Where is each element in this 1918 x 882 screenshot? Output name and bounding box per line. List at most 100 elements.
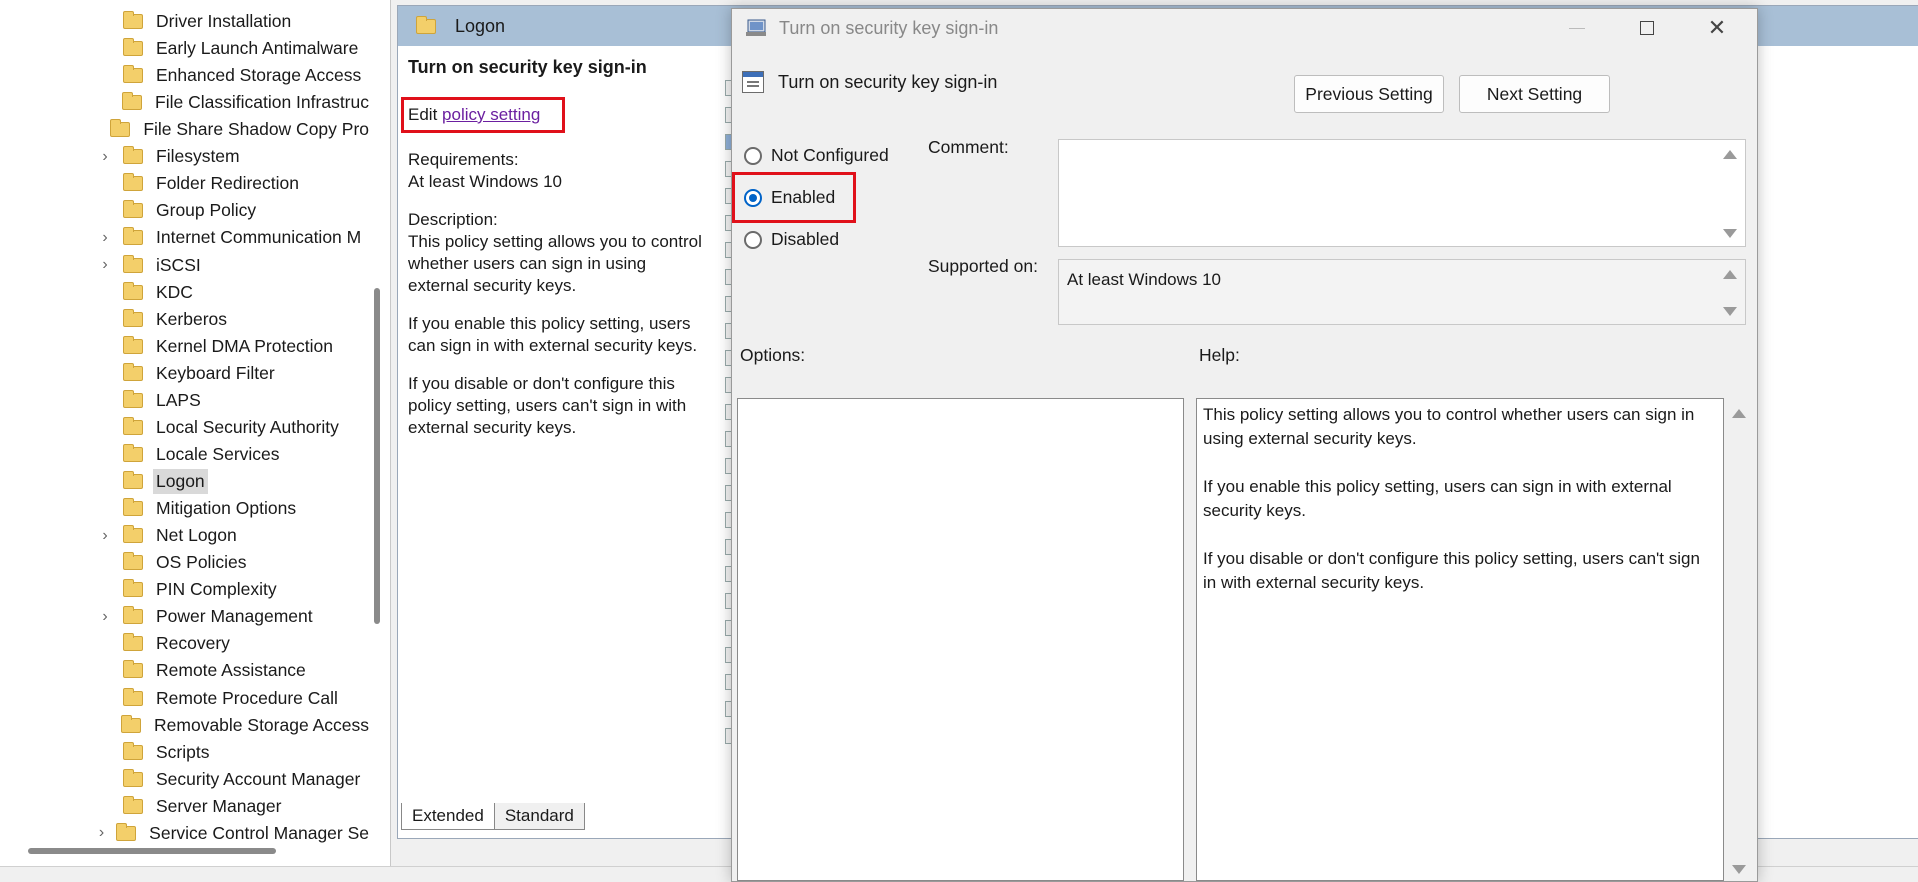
tree-item[interactable]: Locale Services: [0, 441, 372, 468]
tree-item[interactable]: Early Launch Antimalware: [0, 35, 372, 62]
tree-item-label: Kerberos: [156, 308, 228, 329]
tree-item-label: Security Account Manager: [156, 768, 361, 789]
comment-textarea[interactable]: [1058, 139, 1746, 247]
help-scroll-up-icon[interactable]: [1732, 409, 1746, 418]
navigation-tree: Driver Installation Early Launch Antimalw…: [0, 0, 391, 866]
folder-icon: [123, 11, 143, 29]
tree-item[interactable]: Remote Procedure Call: [0, 685, 372, 712]
dialog-window-title: Turn on security key sign-in: [779, 17, 999, 38]
folder-icon: [123, 227, 143, 246]
minimize-icon: [1569, 27, 1585, 29]
tree-item[interactable]: › Service Control Manager Se: [0, 820, 372, 847]
policy-setting-icon: [742, 71, 764, 93]
policy-setting-link[interactable]: policy setting: [442, 105, 540, 124]
close-button[interactable]: ✕: [1682, 9, 1752, 47]
folder-icon: [116, 822, 137, 841]
scroll-down-icon[interactable]: [1723, 229, 1737, 238]
radio-disabled-circle[interactable]: [744, 230, 762, 249]
scroll-down-icon[interactable]: [1723, 307, 1737, 316]
tree-item[interactable]: LAPS: [0, 387, 372, 414]
chevron-right-icon[interactable]: ›: [95, 256, 115, 274]
radio-not-configured-circle[interactable]: [744, 146, 762, 165]
tree-item-label: PIN Complexity: [156, 579, 277, 600]
chevron-right-icon[interactable]: ›: [95, 527, 115, 545]
tree-item[interactable]: › Internet Communication M: [0, 224, 372, 251]
chevron-right-icon[interactable]: ›: [95, 824, 108, 842]
supported-on-label: Supported on:: [928, 256, 1038, 276]
tree-item[interactable]: KDC: [0, 279, 372, 306]
tab-extended[interactable]: Extended: [401, 803, 495, 830]
help-paragraph-2: If you enable this policy setting, users…: [1203, 477, 1672, 520]
minimize-button[interactable]: [1542, 9, 1612, 47]
folder-icon: [123, 741, 143, 760]
edit-policy-highlight: Edit policy setting: [401, 97, 566, 133]
tree-item-label: Remote Assistance: [156, 660, 306, 681]
supported-on-field: At least Windows 10: [1058, 259, 1746, 325]
folder-icon: [123, 389, 143, 408]
tree-item[interactable]: PIN Complexity: [0, 576, 372, 603]
help-text: This policy setting allows you to contro…: [1203, 403, 1713, 619]
maximize-button[interactable]: [1612, 9, 1682, 47]
tree-item[interactable]: Keyboard Filter: [0, 360, 372, 387]
tab-standard[interactable]: Standard: [493, 803, 585, 830]
next-setting-button[interactable]: Next Setting: [1459, 75, 1610, 113]
tree-item-label: Folder Redirection: [156, 173, 299, 194]
folder-icon: [123, 498, 143, 517]
tree-item[interactable]: Recovery: [0, 630, 372, 657]
radio-disabled[interactable]: Disabled: [744, 229, 839, 250]
folder-icon: [123, 38, 143, 57]
tree-item[interactable]: Remote Assistance: [0, 657, 372, 684]
tree-item[interactable]: Kerberos: [0, 306, 372, 333]
tree-item[interactable]: › Filesystem: [0, 143, 372, 170]
tree-item[interactable]: › iSCSI: [0, 252, 372, 279]
tree-item[interactable]: File Share Shadow Copy Pro: [0, 116, 372, 143]
dialog-title-bar[interactable]: Turn on security key sign-in ✕: [732, 9, 1757, 47]
tree-item[interactable]: Removable Storage Access: [0, 712, 372, 739]
help-paragraph-1: This policy setting allows you to contro…: [1203, 405, 1695, 448]
tree-item[interactable]: Kernel DMA Protection: [0, 333, 372, 360]
tree-item[interactable]: Server Manager: [0, 793, 372, 820]
help-paragraph-3: If you disable or don't configure this p…: [1203, 549, 1700, 592]
tree-item[interactable]: › Power Management: [0, 603, 372, 630]
tree-item[interactable]: Scripts: [0, 739, 372, 766]
tree-item-label: Net Logon: [156, 525, 237, 546]
options-label: Options:: [740, 345, 806, 365]
folder-icon: [123, 768, 143, 787]
edit-prefix: Edit: [408, 105, 438, 124]
tree-item-label: Scripts: [156, 741, 210, 762]
radio-not-configured[interactable]: Not Configured: [744, 145, 889, 166]
maximize-icon: [1640, 21, 1654, 35]
tree-item[interactable]: Group Policy: [0, 197, 372, 224]
scroll-up-icon[interactable]: [1723, 270, 1737, 279]
tree-vertical-scrollbar[interactable]: [374, 288, 380, 624]
radio-enabled[interactable]: Enabled: [744, 187, 835, 208]
radio-disabled-label: Disabled: [771, 229, 840, 249]
tree-item[interactable]: Driver Installation: [0, 8, 372, 35]
tree-horizontal-scrollbar[interactable]: [28, 848, 276, 854]
chevron-right-icon[interactable]: ›: [95, 229, 115, 247]
tree-item[interactable]: Folder Redirection: [0, 170, 372, 197]
tree-item[interactable]: Logon: [0, 468, 372, 495]
tree-item[interactable]: › Net Logon: [0, 522, 372, 549]
tree-item-label: Locale Services: [156, 443, 280, 464]
tree-item[interactable]: Local Security Authority: [0, 414, 372, 441]
tree-item[interactable]: Security Account Manager: [0, 766, 372, 793]
tree-item[interactable]: File Classification Infrastruc: [0, 89, 372, 116]
folder-icon: [123, 660, 143, 679]
radio-enabled-circle[interactable]: [744, 188, 762, 207]
chevron-right-icon[interactable]: ›: [95, 148, 115, 166]
tree-item[interactable]: Enhanced Storage Access: [0, 62, 372, 89]
supported-on-value: At least Windows 10: [1067, 270, 1222, 289]
tree-item[interactable]: OS Policies: [0, 549, 372, 576]
tree-item-label: File Classification Infrastruc: [155, 92, 369, 113]
tree-item-label: Kernel DMA Protection: [156, 335, 334, 356]
requirements-block: Requirements: At least Windows 10: [408, 149, 708, 193]
help-scroll-down-icon[interactable]: [1732, 865, 1746, 874]
app-icon: [745, 19, 767, 37]
tree-item-label: Early Launch Antimalware: [156, 38, 359, 59]
scroll-up-icon[interactable]: [1723, 150, 1737, 159]
chevron-right-icon[interactable]: ›: [95, 608, 115, 626]
previous-setting-button[interactable]: Previous Setting: [1294, 75, 1444, 113]
tree-item[interactable]: Mitigation Options: [0, 495, 372, 522]
description-paragraph-3: If you disable or don't configure this p…: [408, 374, 687, 437]
